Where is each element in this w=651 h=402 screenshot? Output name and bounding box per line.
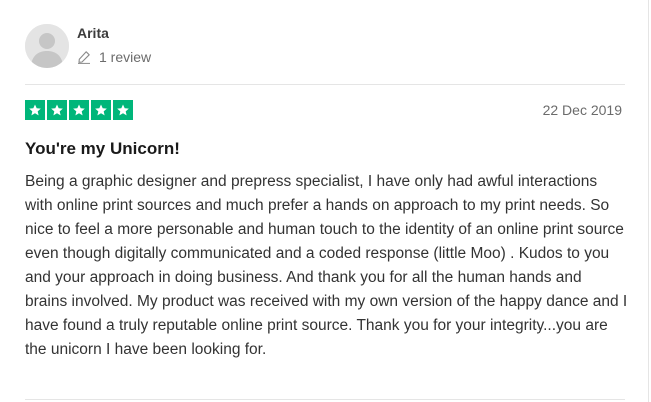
review-count: 1 review — [77, 48, 151, 66]
star-icon — [113, 100, 133, 120]
star-icon — [91, 100, 111, 120]
review-card: Arita 1 review 22 Dec 2019 You're my Uni… — [0, 0, 649, 402]
divider — [25, 84, 625, 85]
avatar[interactable] — [25, 24, 69, 68]
star-icon — [47, 100, 67, 120]
divider — [25, 399, 625, 400]
pencil-icon — [78, 51, 90, 64]
review-count-label: 1 review — [99, 49, 152, 65]
reviewer-name[interactable]: Arita — [77, 25, 109, 41]
review-title[interactable]: You're my Unicorn! — [25, 139, 180, 159]
star-icon — [69, 100, 89, 120]
review-body: Being a graphic designer and prepress sp… — [25, 173, 628, 358]
star-rating — [25, 100, 133, 120]
star-icon — [25, 100, 45, 120]
reviewer-info[interactable]: Arita 1 review — [25, 22, 325, 68]
user-silhouette-icon — [25, 24, 69, 68]
review-date: 22 Dec 2019 — [542, 102, 622, 118]
